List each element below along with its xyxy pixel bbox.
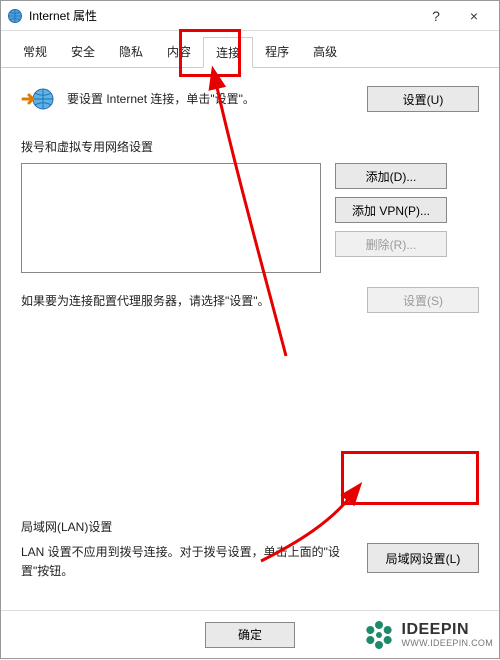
globe-small-icon [7,8,23,24]
annotation-highlight-lan [341,451,479,505]
window-title: Internet 属性 [29,7,417,24]
add-vpn-button[interactable]: 添加 VPN(P)... [335,197,447,223]
ok-button[interactable]: 确定 [205,622,295,648]
lan-settings-button[interactable]: 局域网设置(L) [367,543,479,573]
proxy-hint-text: 如果要为连接配置代理服务器，请选择"设置"。 [21,292,270,309]
watermark: IDEEPIN WWW.IDEEPIN.COM [362,618,494,652]
tab-connections[interactable]: 连接 [203,37,253,68]
tab-privacy[interactable]: 隐私 [107,37,155,67]
add-dial-button[interactable]: 添加(D)... [335,163,447,189]
tab-advanced[interactable]: 高级 [301,37,349,67]
tab-general[interactable]: 常规 [11,37,59,67]
ideepin-logo-icon [362,618,396,652]
tab-security[interactable]: 安全 [59,37,107,67]
setup-button[interactable]: 设置(U) [367,86,479,112]
lan-hint-text: LAN 设置不应用到拨号连接。对于拨号设置，单击上面的"设置"按钮。 [21,543,353,581]
dial-settings-button[interactable]: 设置(S) [367,287,479,313]
watermark-brand: IDEEPIN [402,621,494,639]
setup-hint-text: 要设置 Internet 连接，单击"设置"。 [67,90,355,108]
tab-programs[interactable]: 程序 [253,37,301,67]
tab-content[interactable]: 内容 [155,37,203,67]
close-button[interactable]: × [455,4,493,28]
lan-section-label: 局域网(LAN)设置 [21,518,479,535]
watermark-url: WWW.IDEEPIN.COM [402,639,494,649]
help-button[interactable]: ? [417,4,455,28]
remove-dial-button[interactable]: 删除(R)... [335,231,447,257]
connection-wizard-icon [21,84,55,114]
dial-connections-listbox[interactable] [21,163,321,273]
internet-properties-dialog: Internet 属性 ? × 常规 安全 隐私 内容 连接 程序 高级 要设置… [0,0,500,659]
tabbar: 常规 安全 隐私 内容 连接 程序 高级 [1,31,499,68]
tab-panel-connections: 要设置 Internet 连接，单击"设置"。 设置(U) 拨号和虚拟专用网络设… [1,68,499,329]
titlebar: Internet 属性 ? × [1,1,499,31]
dial-section-label: 拨号和虚拟专用网络设置 [21,138,479,155]
